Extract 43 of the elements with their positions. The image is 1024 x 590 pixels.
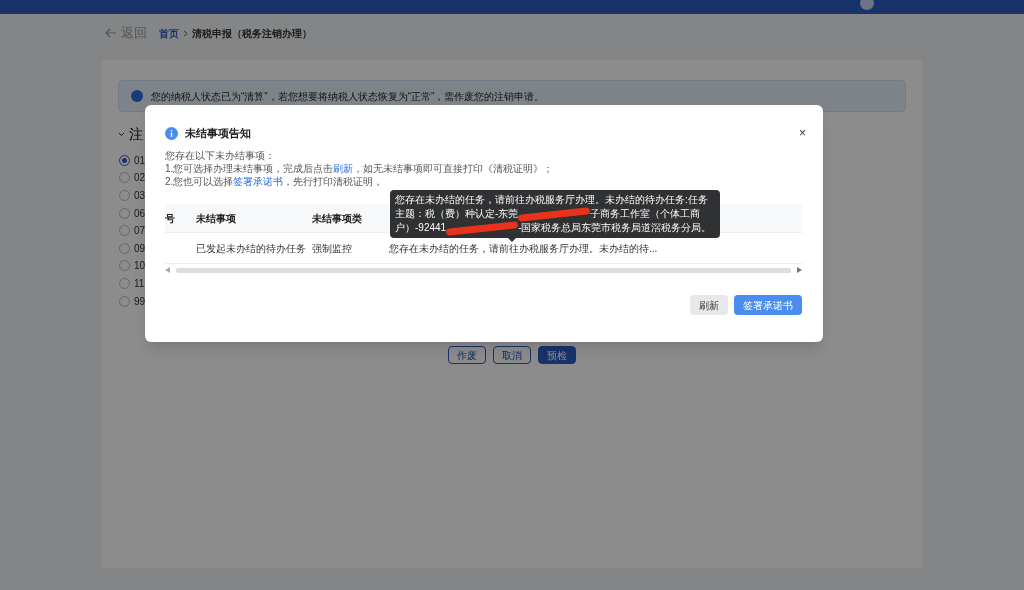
- table-cell: 强制监控: [312, 242, 352, 254]
- inline-link[interactable]: 刷新: [333, 162, 354, 175]
- dialog-button[interactable]: 刷新: [690, 295, 728, 315]
- info-icon: [131, 90, 143, 102]
- option-label: 02: [134, 171, 146, 186]
- breadcrumb-link[interactable]: 首页: [159, 25, 179, 41]
- option-label: 99: [134, 294, 146, 309]
- action-button[interactable]: 预检: [538, 346, 576, 365]
- option-label: 07: [134, 224, 146, 239]
- dialog-title: 未结事项告知: [185, 125, 251, 141]
- option-label: 09: [134, 241, 146, 256]
- table-cell-text: 您存在未办结的任务，请前往办税服务厅办理。未办结的待...: [389, 241, 658, 256]
- breadcrumb-current: 清税申报（税务注销办理）: [192, 26, 312, 41]
- dialog-button[interactable]: 签署承诺书: [734, 295, 802, 315]
- instruction-text: ，如无未结事项即可直接打印《清税证明》；: [353, 162, 554, 175]
- close-button[interactable]: ×: [799, 124, 806, 142]
- option-label: 11: [134, 276, 145, 291]
- instruction-text: 1.您可选择办理未结事项，完成后点击: [165, 162, 334, 175]
- option-label: 03: [134, 189, 146, 203]
- info-icon: [165, 126, 178, 140]
- action-button[interactable]: 作废: [448, 346, 486, 365]
- action-button[interactable]: 取消: [493, 346, 531, 365]
- column-header: 未结事项: [196, 211, 237, 226]
- option-label: 01: [134, 153, 146, 168]
- alert-text: 您的纳税人状态已为“清算”，若您想要将纳税人状态恢复为“正常”，需作废您的注销申请。: [151, 89, 545, 104]
- tooltip-text: 您存在未办结的任务，请前往办税服务厅办理。未办结的待办任务:任务主题：税（费）种认定-东莞 子商务工作室（个体工商户）-92441 -国家税务总局东莞市税务局道滘税务分局。: [395, 193, 715, 235]
- scroll-left-icon[interactable]: [165, 267, 170, 273]
- arrow-left-icon: [105, 28, 117, 38]
- caret-icon: [118, 132, 125, 137]
- user-avatar[interactable]: [860, 0, 874, 10]
- option-label: 10: [134, 259, 146, 274]
- intro-text: 您存在以下未办结事项：: [165, 149, 275, 162]
- column-header: 未结事项类: [312, 211, 363, 226]
- scrollbar-thumb[interactable]: [176, 267, 791, 273]
- instruction-text: 2.您也可以选择: [165, 175, 234, 188]
- inline-link[interactable]: 签署承诺书: [233, 175, 284, 188]
- column-header: 号: [165, 211, 176, 226]
- table-cell: 已发起未办结的待办任务: [196, 242, 306, 254]
- scroll-right-icon[interactable]: [797, 267, 802, 273]
- chevron-icon: [183, 29, 188, 37]
- section-title: 注: [129, 125, 143, 144]
- option-label: 06: [134, 206, 146, 221]
- instruction-text: ，先行打印清税证明，: [283, 175, 384, 188]
